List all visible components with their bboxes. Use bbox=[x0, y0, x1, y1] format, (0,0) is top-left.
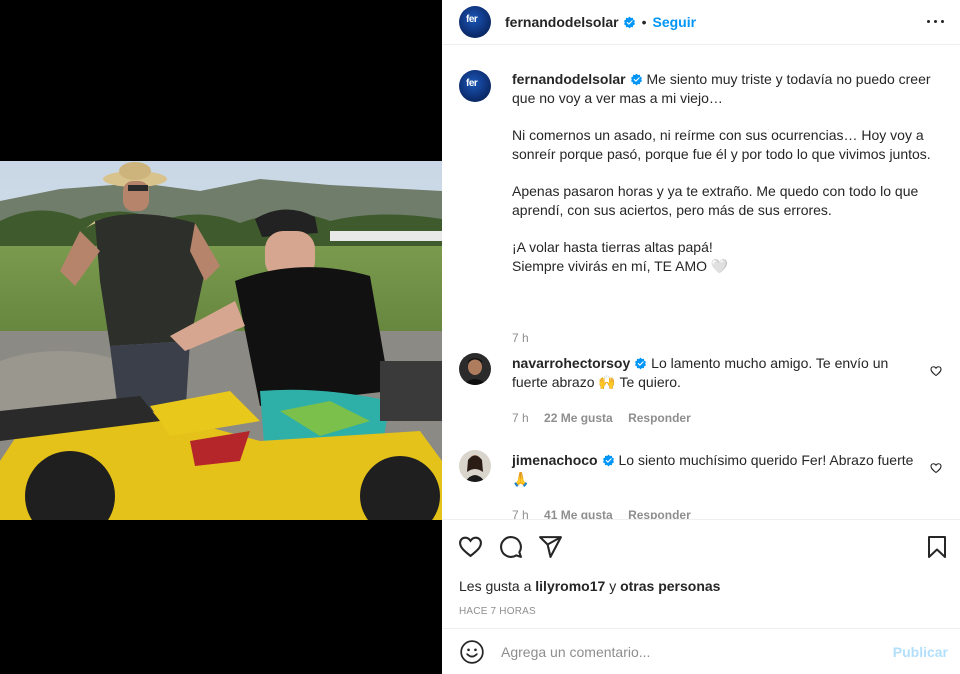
caption-paragraph: Siempre vivirás en mí, TE AMO 🤍 bbox=[512, 258, 729, 274]
caption-author-avatar[interactable]: fer bbox=[459, 70, 491, 102]
verified-badge-icon bbox=[630, 73, 642, 86]
reply-button[interactable]: Responder bbox=[628, 411, 691, 425]
commenter-avatar[interactable] bbox=[459, 450, 491, 482]
caption-paragraph: ¡A volar hasta tierras altas papá! bbox=[512, 239, 713, 255]
comment-bubble-icon[interactable] bbox=[498, 534, 523, 559]
verified-badge-icon bbox=[623, 16, 635, 28]
author-avatar[interactable]: fer bbox=[459, 6, 491, 38]
add-comment-bar: Publicar bbox=[442, 628, 960, 674]
comments-list[interactable]: fer fernandodelsolar Me siento muy trist… bbox=[442, 54, 960, 519]
author-username[interactable]: fernandodelsolar bbox=[505, 14, 619, 30]
verified-badge-icon bbox=[602, 454, 614, 467]
post-actions-section: Les gusta a lilyromo17 y otras personas … bbox=[442, 519, 960, 674]
like-comment-heart-icon[interactable] bbox=[930, 462, 942, 474]
likes-middle: y bbox=[609, 578, 617, 594]
comment-time[interactable]: 7 h bbox=[512, 508, 529, 519]
liker-username[interactable]: lilyromo17 bbox=[535, 578, 605, 594]
post-details-panel: fer fernandodelsolar • Seguir fer fernan… bbox=[442, 0, 960, 674]
caption-timestamp[interactable]: 7 h bbox=[512, 331, 529, 345]
comment-meta: 7 h 41 Me gusta Responder bbox=[512, 508, 703, 519]
emoji-picker-icon[interactable] bbox=[459, 639, 485, 665]
more-options-icon[interactable] bbox=[926, 11, 946, 31]
share-send-icon[interactable] bbox=[538, 534, 563, 559]
action-icons bbox=[458, 534, 563, 559]
post-video[interactable] bbox=[0, 161, 442, 520]
comment-text: navarrohectorsoy Lo lamento mucho amigo.… bbox=[512, 354, 922, 392]
comment-text: jimenachoco Lo siento muchísimo querido … bbox=[512, 451, 922, 489]
comment-likes[interactable]: 22 Me gusta bbox=[544, 411, 613, 425]
post-header: fer fernandodelsolar • Seguir bbox=[442, 0, 960, 45]
other-likers-link[interactable]: otras personas bbox=[620, 578, 720, 594]
save-bookmark-icon[interactable] bbox=[926, 535, 948, 559]
publish-button[interactable]: Publicar bbox=[893, 644, 948, 660]
comment-time[interactable]: 7 h bbox=[512, 411, 529, 425]
commenter-username[interactable]: navarrohectorsoy bbox=[512, 355, 630, 371]
comment-likes[interactable]: 41 Me gusta bbox=[544, 508, 613, 519]
avatar-text: fer bbox=[466, 14, 478, 25]
post-modal: fer fernandodelsolar • Seguir fer fernan… bbox=[0, 0, 960, 674]
media-panel bbox=[0, 0, 442, 674]
caption-paragraph: Ni comernos un asado, ni reírme con sus … bbox=[512, 127, 931, 162]
comment-meta: 7 h 22 Me gusta Responder bbox=[512, 411, 703, 425]
reply-button[interactable]: Responder bbox=[628, 508, 691, 519]
video-frame bbox=[0, 161, 442, 520]
likes-prefix: Les gusta a bbox=[459, 578, 532, 594]
follow-button[interactable]: Seguir bbox=[653, 14, 697, 30]
commenter-username[interactable]: jimenachoco bbox=[512, 452, 598, 468]
comment-input[interactable] bbox=[501, 644, 881, 660]
likes-summary: Les gusta a lilyromo17 y otras personas bbox=[459, 578, 720, 594]
like-comment-heart-icon[interactable] bbox=[930, 365, 942, 377]
post-date[interactable]: HACE 7 HORAS bbox=[459, 606, 536, 617]
avatar-text: fer bbox=[466, 78, 478, 89]
verified-badge-icon bbox=[635, 357, 647, 370]
commenter-avatar[interactable] bbox=[459, 353, 491, 385]
separator-dot: • bbox=[641, 14, 647, 30]
caption-text: fernandodelsolar Me siento muy triste y … bbox=[512, 70, 940, 276]
caption-paragraph: Apenas pasaron horas y ya te extraño. Me… bbox=[512, 183, 919, 218]
caption-username[interactable]: fernandodelsolar bbox=[512, 71, 626, 87]
like-heart-icon[interactable] bbox=[458, 534, 483, 559]
